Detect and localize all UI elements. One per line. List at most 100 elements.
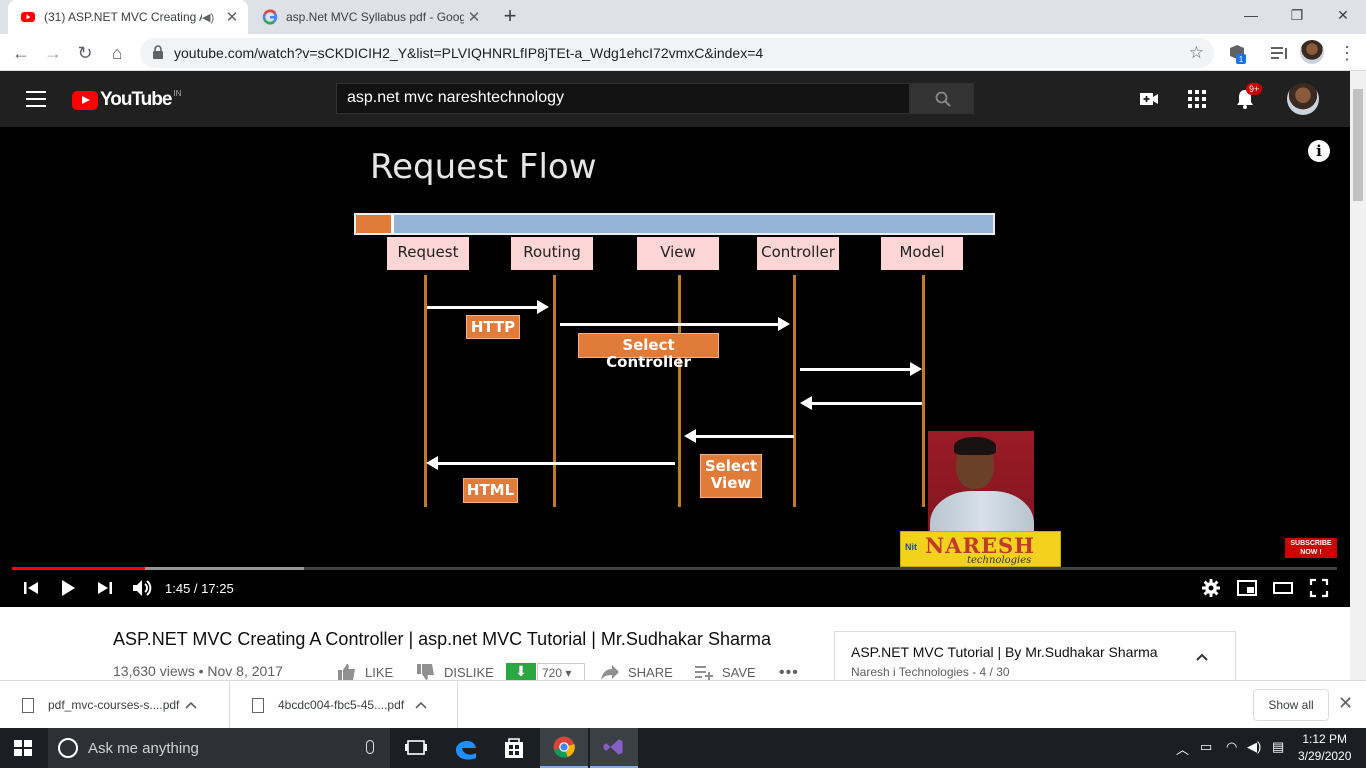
system-clock[interactable]: 1:12 PM 3/29/2020 xyxy=(1298,731,1351,765)
download-item[interactable]: 4bcdc004-fbc5-45....pdf xyxy=(230,681,458,729)
microphone-icon[interactable] xyxy=(366,740,374,754)
speaker-icon[interactable]: ◀) xyxy=(202,11,216,24)
info-icon[interactable]: i xyxy=(1308,140,1330,162)
dislike-button[interactable]: DISLIKE xyxy=(416,664,494,680)
tab-title: (31) ASP.NET MVC Creating A Controller |… xyxy=(44,10,202,24)
message-html: HTML xyxy=(463,478,518,503)
download-item[interactable]: pdf_mvc-courses-s....pdf xyxy=(0,681,230,729)
settings-gear-icon[interactable] xyxy=(1199,576,1223,600)
subscribe-watermark[interactable]: SUBSCRIBE NOW ! xyxy=(1285,538,1337,558)
lane-view: View xyxy=(637,237,719,270)
language-icon[interactable]: ▤ xyxy=(1272,739,1284,755)
miniplayer-icon[interactable] xyxy=(1235,576,1259,600)
file-icon xyxy=(252,697,264,713)
forward-arrow-icon[interactable]: → xyxy=(40,40,66,66)
lifeline-controller xyxy=(793,275,796,507)
logo-region: IN xyxy=(173,89,182,98)
like-label: LIKE xyxy=(365,664,394,680)
slide-progress-fill xyxy=(356,215,395,233)
task-view-icon[interactable] xyxy=(392,728,440,768)
chevron-up-icon[interactable] xyxy=(1195,650,1209,664)
tab-close-icon[interactable]: ✕ xyxy=(222,8,242,26)
slide-progress-bar xyxy=(354,213,995,235)
profile-avatar[interactable] xyxy=(1300,40,1324,64)
windows-taskbar: Ask me anything ︿ ▭ ◠ ◀) ▤ 1:12 PM 3/29/… xyxy=(0,728,1366,768)
lifeline-request xyxy=(424,275,427,507)
chevron-up-icon[interactable] xyxy=(184,698,198,712)
new-tab-button[interactable]: + xyxy=(498,5,522,29)
show-all-button[interactable]: Show all xyxy=(1253,689,1329,721)
arrow-controller-to-view xyxy=(684,429,794,443)
logo-technologies: technologies xyxy=(967,555,1032,566)
previous-icon[interactable] xyxy=(22,576,40,600)
theater-mode-icon[interactable] xyxy=(1271,576,1295,600)
download-filename: 4bcdc004-fbc5-45....pdf xyxy=(278,698,405,712)
share-label: SHARE xyxy=(628,664,673,680)
message-http: HTTP xyxy=(466,315,520,339)
tab-youtube[interactable]: (31) ASP.NET MVC Creating A Controller |… xyxy=(8,0,248,34)
share-button[interactable]: SHARE xyxy=(600,664,673,680)
message-select-view: Select View xyxy=(700,454,762,498)
lane-controller: Controller xyxy=(757,237,839,270)
wifi-icon[interactable]: ◠ xyxy=(1226,739,1237,755)
tray-chevron-icon[interactable]: ︿ xyxy=(1176,739,1189,758)
cortana-search-box[interactable]: Ask me anything xyxy=(48,728,390,768)
chrome-icon[interactable] xyxy=(540,728,588,768)
tab-close-icon[interactable]: ✕ xyxy=(464,8,484,26)
create-video-icon[interactable] xyxy=(1137,87,1161,111)
back-arrow-icon[interactable]: ← xyxy=(8,40,34,66)
search-input[interactable]: asp.net mvc nareshtechnology xyxy=(336,83,910,114)
address-bar[interactable]: youtube.com/watch?v=sCKDICIH2_Y&list=PLV… xyxy=(140,38,1214,68)
arrow-view-to-request xyxy=(426,456,675,470)
windows-start-icon[interactable] xyxy=(14,740,32,756)
battery-icon[interactable]: ▭ xyxy=(1200,739,1212,755)
like-button[interactable]: LIKE xyxy=(337,664,393,680)
scrollbar-thumb[interactable] xyxy=(1353,89,1363,201)
next-icon[interactable] xyxy=(96,576,114,600)
close-window-button[interactable]: ✕ xyxy=(1320,0,1366,30)
tab-google-search[interactable]: asp.Net MVC Syllabus pdf - Google Search… xyxy=(250,0,490,34)
logo-text: YouTube xyxy=(100,89,172,110)
video-progress-bar[interactable] xyxy=(12,567,1337,570)
playlist-title[interactable]: ASP.NET MVC Tutorial | By Mr.Sudhakar Sh… xyxy=(851,644,1158,660)
account-avatar[interactable] xyxy=(1287,83,1319,115)
search-icon xyxy=(935,91,951,107)
arrow-controller-to-model xyxy=(800,362,922,376)
google-favicon-icon xyxy=(262,9,278,25)
video-title: ASP.NET MVC Creating A Controller | asp.… xyxy=(113,629,771,649)
extension-badge: 1 xyxy=(1239,55,1244,64)
play-icon[interactable] xyxy=(58,576,78,600)
reload-icon[interactable]: ↻ xyxy=(72,40,98,66)
thumbs-down-icon xyxy=(417,664,434,680)
arrow-routing-to-controller xyxy=(560,317,790,331)
restore-button[interactable]: ❐ xyxy=(1274,0,1320,30)
home-icon[interactable]: ⌂ xyxy=(104,40,130,66)
bookmark-star-icon[interactable]: ☆ xyxy=(1189,43,1204,63)
visual-studio-icon[interactable] xyxy=(590,728,638,768)
youtube-favicon-icon xyxy=(21,12,35,22)
lifeline-routing xyxy=(553,275,556,507)
download-arrow-icon: ⬇ xyxy=(515,663,527,679)
menu-dots-icon[interactable]: ⋮ xyxy=(1334,40,1360,66)
save-button[interactable]: SAVE xyxy=(694,664,756,680)
minimize-button[interactable]: — xyxy=(1228,0,1274,30)
subscribe-line2: NOW ! xyxy=(1300,549,1322,556)
close-icon[interactable]: ✕ xyxy=(1338,693,1353,714)
video-player[interactable]: Request Flow Request Routing View Contro… xyxy=(0,127,1350,607)
media-controls-icon[interactable] xyxy=(1268,42,1290,64)
search-button[interactable] xyxy=(910,83,974,114)
hamburger-menu-icon[interactable] xyxy=(26,91,46,112)
youtube-header: YouTube IN asp.net mvc nareshtechnology … xyxy=(0,71,1350,127)
store-icon[interactable] xyxy=(490,728,538,768)
edge-browser-icon[interactable] xyxy=(442,728,490,768)
download-count-value: 720 xyxy=(542,666,563,680)
dislike-label: DISLIKE xyxy=(444,664,494,680)
youtube-logo[interactable]: YouTube IN xyxy=(72,89,181,111)
extension-icon[interactable]: 1 xyxy=(1226,42,1248,64)
chevron-up-icon[interactable] xyxy=(414,698,428,712)
volume-tray-icon[interactable]: ◀) xyxy=(1247,739,1261,755)
fullscreen-icon[interactable] xyxy=(1307,576,1331,600)
apps-grid-icon[interactable] xyxy=(1185,87,1209,111)
volume-icon[interactable] xyxy=(130,576,154,600)
page-scrollbar[interactable] xyxy=(1350,71,1366,680)
